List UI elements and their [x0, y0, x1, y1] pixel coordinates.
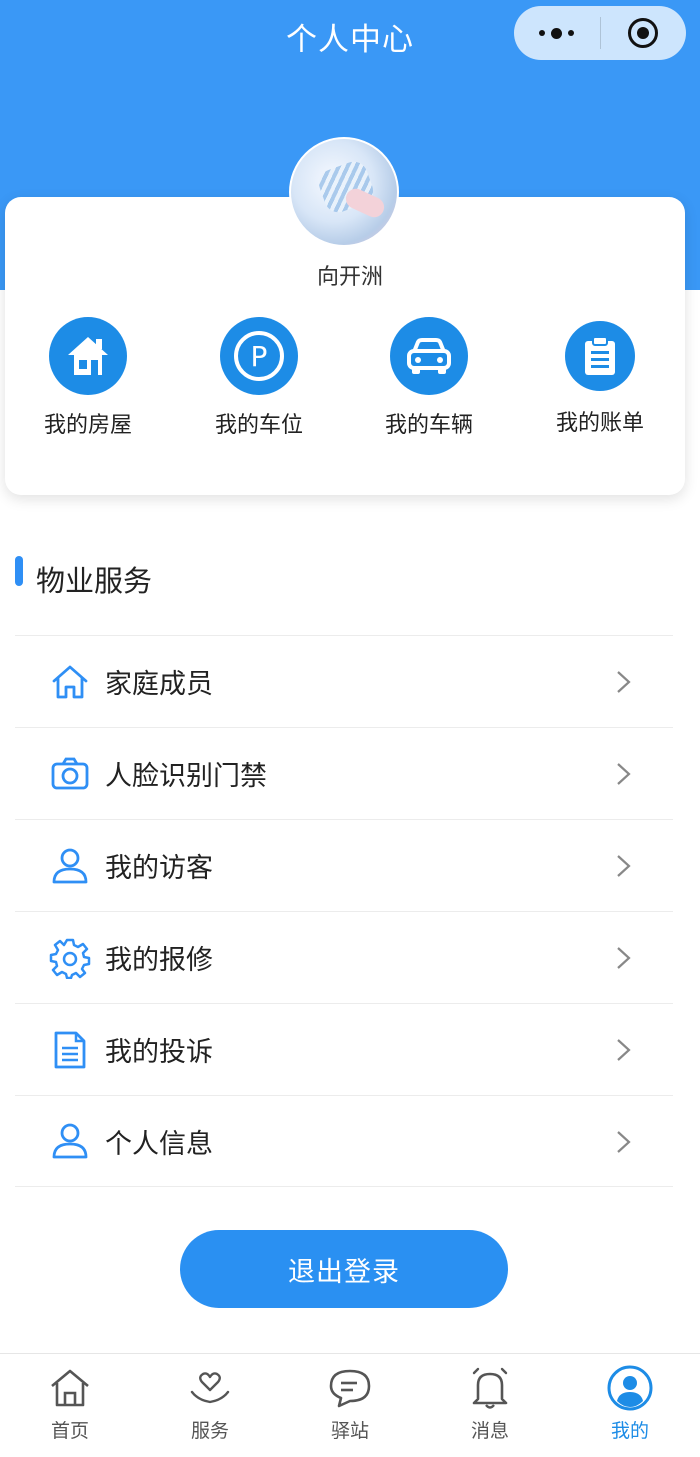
quick-action-car[interactable]: 我的车辆	[349, 317, 509, 439]
chevron-right-icon	[617, 1039, 631, 1061]
parking-icon: P	[220, 317, 298, 395]
menu-item-label: 家庭成员	[105, 669, 213, 700]
logout-button[interactable]: 退出登录	[180, 1230, 508, 1308]
tab-label: 消息	[470, 1420, 509, 1442]
tab-label: 我的	[610, 1420, 649, 1442]
chat-icon	[326, 1364, 374, 1412]
home-tab-icon	[46, 1364, 94, 1412]
menu-item-my-repairs[interactable]: 我的报修	[15, 911, 673, 1003]
tab-label: 首页	[50, 1420, 89, 1442]
quick-action-label: 我的车位	[214, 413, 303, 438]
section-accent-bar	[15, 556, 23, 586]
car-icon	[390, 317, 468, 395]
quick-action-parking[interactable]: P 我的车位	[179, 317, 339, 439]
chevron-right-icon	[617, 671, 631, 693]
house-icon	[49, 317, 127, 395]
bottom-tab-bar: 首页 服务 驿站 消息 我的	[0, 1353, 700, 1457]
quick-action-bill[interactable]: 我的账单	[520, 317, 680, 437]
menu-item-my-visitors[interactable]: 我的访客	[15, 819, 673, 911]
more-menu-button[interactable]	[514, 6, 600, 60]
tab-mine[interactable]: 我的	[560, 1354, 700, 1457]
chevron-right-icon	[617, 1131, 631, 1153]
tab-home[interactable]: 首页	[0, 1354, 140, 1457]
menu-item-label: 我的访客	[105, 853, 213, 884]
menu-item-label: 人脸识别门禁	[105, 761, 267, 792]
menu-item-face-recognition[interactable]: 人脸识别门禁	[15, 727, 673, 819]
quick-action-house[interactable]: 我的房屋	[8, 317, 168, 439]
tab-station[interactable]: 驿站	[280, 1354, 420, 1457]
chevron-right-icon	[617, 763, 631, 785]
chevron-right-icon	[617, 855, 631, 877]
quick-action-label: 我的车辆	[384, 413, 473, 438]
heart-hand-icon	[186, 1364, 234, 1412]
tab-service[interactable]: 服务	[140, 1354, 280, 1457]
quick-action-label: 我的房屋	[43, 413, 132, 438]
menu-item-family-members[interactable]: 家庭成员	[15, 635, 673, 727]
tab-messages[interactable]: 消息	[420, 1354, 560, 1457]
section-title: 物业服务	[36, 564, 153, 598]
chevron-right-icon	[617, 947, 631, 969]
menu-item-label: 我的投诉	[105, 1037, 213, 1068]
svg-text:P: P	[251, 340, 268, 373]
document-icon	[49, 1029, 91, 1071]
bell-icon	[466, 1364, 514, 1412]
mini-program-capsule	[514, 6, 686, 60]
menu-item-label: 我的报修	[105, 945, 213, 976]
tab-label: 服务	[190, 1420, 229, 1442]
menu-item-personal-info[interactable]: 个人信息	[15, 1095, 673, 1187]
target-icon	[628, 18, 659, 48]
menu-item-my-complaints[interactable]: 我的投诉	[15, 1003, 673, 1095]
user-icon	[49, 1120, 91, 1162]
user-icon	[49, 845, 91, 887]
tab-label: 驿站	[330, 1420, 369, 1442]
home-outline-icon	[49, 661, 91, 703]
gear-icon	[49, 937, 91, 979]
service-menu: 家庭成员 人脸识别门禁 我的访客 我的报修 我的投诉 个人信息	[15, 635, 673, 1187]
avatar[interactable]	[289, 137, 399, 247]
close-mini-program-button[interactable]	[601, 6, 687, 60]
quick-action-label: 我的账单	[555, 411, 644, 436]
menu-item-label: 个人信息	[105, 1128, 213, 1160]
bill-icon	[565, 321, 635, 391]
user-name: 向开洲	[316, 265, 383, 290]
profile-icon	[606, 1364, 654, 1412]
camera-icon	[49, 753, 91, 795]
